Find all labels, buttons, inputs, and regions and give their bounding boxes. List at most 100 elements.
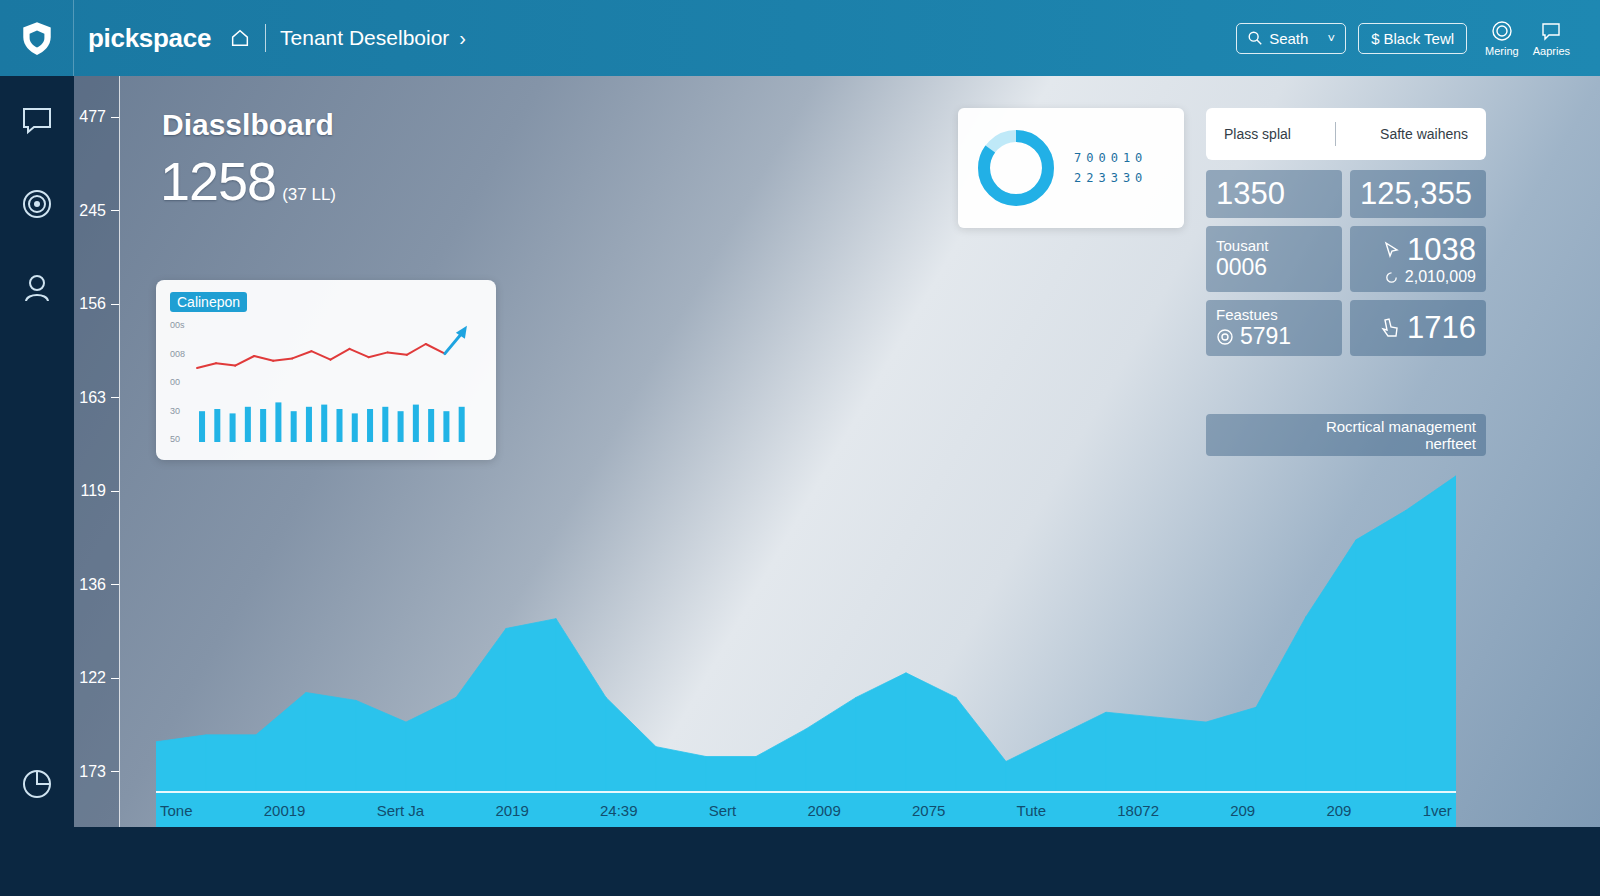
mini-line-segment [407, 344, 426, 355]
refresh-icon [1384, 270, 1399, 285]
user-icon[interactable] [20, 271, 54, 305]
stat-cell: 10382,010,009 [1350, 226, 1486, 292]
dollar-glyph: $ [1371, 30, 1379, 47]
hand-icon [1379, 317, 1401, 339]
area-segment [756, 729, 806, 791]
tool-button-label: Black Tewl [1383, 30, 1454, 47]
area-segment [456, 629, 506, 792]
mini-bar [382, 407, 388, 442]
mini-bar [214, 409, 220, 442]
mini-bar [199, 411, 205, 442]
area-segment [206, 735, 256, 791]
mini-bar [275, 402, 281, 442]
note-line: nerfteet [1425, 435, 1476, 452]
stat-cell: 1716 [1350, 300, 1486, 356]
note: Rocrtical managementnerfteet [1206, 414, 1486, 456]
toolbar-action[interactable]: Aapries [1533, 20, 1570, 57]
clock-icon[interactable] [20, 767, 54, 801]
y-tick-label: 136 [79, 576, 106, 594]
stat-value: 1038 [1407, 232, 1476, 268]
x-label: Tone [160, 802, 193, 819]
summary-label[interactable]: Safte waihens [1380, 126, 1468, 142]
target-icon[interactable] [20, 187, 54, 221]
stat-value: 1716 [1407, 310, 1476, 346]
area-segment [356, 700, 406, 791]
mini-line-segment [350, 349, 369, 357]
tool-button[interactable]: $Black Tewl [1358, 23, 1467, 54]
y-tick: 136 [79, 576, 119, 594]
mini-tick: 008 [170, 349, 185, 359]
x-label: Tute [1017, 802, 1046, 819]
mini-bar [398, 411, 404, 442]
mini-chart-card[interactable]: Calinepon00s008003050 [156, 280, 496, 460]
mini-bar [459, 407, 465, 442]
mini-bar [413, 405, 419, 442]
area-segment [1156, 717, 1206, 791]
brand-name[interactable]: pickspace [88, 23, 211, 54]
logo[interactable] [0, 0, 74, 76]
x-label: 2019 [495, 802, 528, 819]
y-tick-label: 119 [80, 482, 106, 500]
area-segment [706, 757, 756, 791]
donut-row: 223330 [1074, 171, 1147, 185]
y-tick-label: 156 [79, 295, 106, 313]
y-tick: 163 [79, 389, 119, 407]
area-segment [1006, 737, 1056, 791]
mini-tick: 00 [170, 377, 185, 387]
y-axis: 477245156163119136122173 [74, 76, 120, 827]
dashboard-title: Diasslboard [162, 108, 496, 142]
summary-card: Plass splal Safte waihens [1206, 108, 1486, 160]
area-segment [1306, 540, 1356, 791]
monitor-icon[interactable] [20, 103, 54, 137]
search-field[interactable]: Seath ˅ [1236, 23, 1346, 54]
mini-chart [191, 316, 482, 446]
stat-value: 1350 [1216, 176, 1332, 212]
circle-mark-icon [1216, 328, 1234, 346]
area-segment [1206, 707, 1256, 791]
mini-line-segment [197, 363, 216, 368]
donut-card[interactable]: 700010 223330 [958, 108, 1184, 228]
shield-icon [18, 19, 56, 57]
area-segment [856, 673, 906, 791]
search-icon [1247, 30, 1263, 46]
y-tick: 477 [79, 108, 119, 126]
mini-line-segment [426, 344, 445, 354]
donut-row: 700010 [1074, 151, 1147, 165]
footer [74, 827, 1600, 896]
mini-bar [260, 409, 266, 442]
summary-label[interactable]: Plass splal [1224, 126, 1291, 142]
x-label: 20019 [264, 802, 306, 819]
y-tick: 173 [79, 763, 119, 781]
mini-bar [428, 409, 434, 442]
headline-metric: 1258(37 LL) [160, 150, 496, 212]
mini-line-segment [216, 363, 235, 365]
mini-bar [291, 411, 297, 442]
search-label: Seath [1269, 30, 1313, 47]
mini-bar [443, 411, 449, 442]
breadcrumb-chevron[interactable]: › [459, 27, 466, 50]
home-icon[interactable] [229, 27, 251, 49]
area-segment [1256, 617, 1306, 791]
headline-note: (37 LL) [282, 185, 336, 205]
donut-chart [974, 126, 1058, 210]
area-segment [306, 693, 356, 791]
x-label: 209 [1326, 802, 1351, 819]
mini-line-segment [311, 351, 330, 359]
stat-cell: Feastues5791 [1206, 300, 1342, 356]
mini-tick: 30 [170, 406, 185, 416]
area-segment [606, 697, 656, 791]
mini-line-segment [369, 352, 388, 357]
breadcrumb-title[interactable]: Tenant Deselboior [280, 26, 449, 50]
search-chevron[interactable]: ˅ [1328, 31, 1336, 46]
chart-tag[interactable]: Calinepon [170, 292, 247, 312]
x-label: 18072 [1117, 802, 1159, 819]
action-label: Mering [1485, 45, 1519, 57]
mini-line-segment [388, 352, 407, 354]
mini-bar [321, 405, 327, 442]
toolbar-action[interactable]: Mering [1485, 20, 1519, 57]
y-tick: 245 [79, 202, 119, 220]
area-segment [406, 697, 456, 791]
area-segment [1106, 712, 1156, 791]
stat-label: Feastues [1216, 306, 1332, 323]
area-segment [556, 619, 606, 791]
